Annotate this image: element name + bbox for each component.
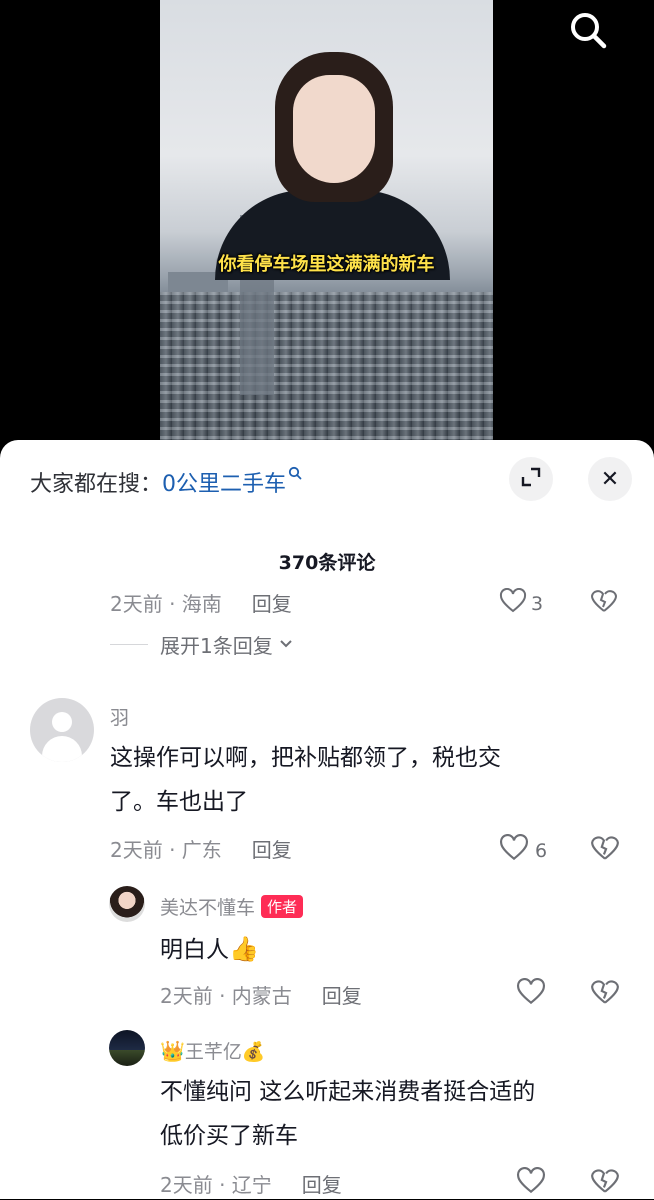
like-button[interactable] [516,1167,546,1200]
comment-time-location: 2天前 · 海南 [110,592,222,616]
comment-text-line: 了。车也出了 [110,789,248,815]
reply-button[interactable]: 回复 [252,834,292,863]
close-icon: ✕ [600,466,620,492]
video-person-face [293,75,375,183]
video-subtitle: 你看停车场里这满满的新车 [218,254,435,275]
like-count: 6 [535,839,548,862]
expand-icon [520,466,542,492]
comment-text-line: 这操作可以啊，把补贴都领了，税也交 [110,745,501,771]
avatar[interactable] [30,698,94,762]
broken-heart-icon [590,1169,620,1199]
comment-meta: 2天前 · 内蒙古 回复 [160,980,362,1009]
thumbs-up-icon: 👍 [229,935,259,963]
comment-meta: 2天前 · 辽宁 回复 [160,1169,342,1198]
heart-icon [499,587,527,619]
comment-time-location: 2天前 · 内蒙古 [160,984,292,1008]
comment-text: 这操作可以啊，把补贴都领了，税也交 了。车也出了 [110,736,630,824]
comment-time-location: 2天前 · 辽宁 [160,1173,272,1197]
comment-meta: 2天前 · 海南 回复 [110,588,292,617]
hot-search-bar[interactable]: 大家都在搜：0公里二手车 [30,466,302,498]
like-count: 3 [531,592,544,615]
broken-heart-icon [590,590,618,618]
reply-username: 美达不懂车 [160,897,256,919]
comment-username[interactable]: 羽 [110,703,129,730]
crown-icon: 👑 [160,1039,185,1063]
comment-text-line: 明白人 [160,937,229,963]
hot-search-term[interactable]: 0公里二手车 [162,472,286,497]
author-badge: 作者 [261,895,304,918]
search-icon[interactable] [566,8,610,52]
avatar-head [52,712,72,732]
comment-meta: 2天前 · 广东 回复 [110,834,292,863]
dislike-button[interactable] [590,1167,620,1199]
avatar-shoulders [42,736,82,762]
search-icon [288,466,302,486]
video-player[interactable]: 你看停车场里这满满的新车 [0,0,654,445]
reply-button[interactable]: 回复 [252,588,292,617]
dislike-button[interactable] [590,588,618,618]
broken-heart-icon [590,980,620,1010]
video-parking-rows [160,292,493,445]
reply-button[interactable]: 回复 [302,1169,342,1198]
dislike-button[interactable] [590,834,620,866]
expand-button[interactable] [509,457,553,501]
avatar[interactable] [109,886,145,922]
expand-replies-label: 展开1条回复 [160,634,273,658]
like-button[interactable] [516,978,546,1011]
comment-text: 明白人👍 [160,927,259,972]
comment-text-line: 低价买了新车 [160,1123,298,1149]
comment-sheet: 大家都在搜：0公里二手车 ✕ 370条评论 2天前 · 海南 回复 3 展开1条… [0,440,654,1199]
chevron-down-icon [279,637,293,653]
comment-text: 不懂纯问 这么听起来消费者挺合适的 低价买了新车 [160,1070,630,1158]
reply-button[interactable]: 回复 [322,980,362,1009]
video-frame[interactable]: 你看停车场里这满满的新车 [160,0,493,445]
heart-icon [516,978,546,1011]
hot-search-prefix: 大家都在搜： [30,472,163,497]
expand-replies-button[interactable]: 展开1条回复 [110,630,293,659]
divider [110,644,148,645]
money-bag-icon: 💰 [241,1041,266,1063]
avatar[interactable] [109,1030,145,1066]
comment-text-line: 不懂纯问 这么听起来消费者挺合适的 [160,1079,536,1105]
comment-count: 370条评论 [278,552,376,574]
heart-icon [516,1167,546,1200]
comment-username[interactable]: 👑王芊亿💰 [160,1037,266,1064]
comment-username[interactable]: 美达不懂车 作者 [160,893,304,920]
broken-heart-icon [590,836,620,866]
dislike-button[interactable] [590,978,620,1010]
reply-username: 王芊亿 [184,1041,242,1063]
like-button[interactable]: 3 [499,587,544,619]
heart-icon [499,834,529,867]
close-button[interactable]: ✕ [588,457,632,501]
like-button[interactable]: 6 [499,834,547,867]
comment-time-location: 2天前 · 广东 [110,838,222,862]
